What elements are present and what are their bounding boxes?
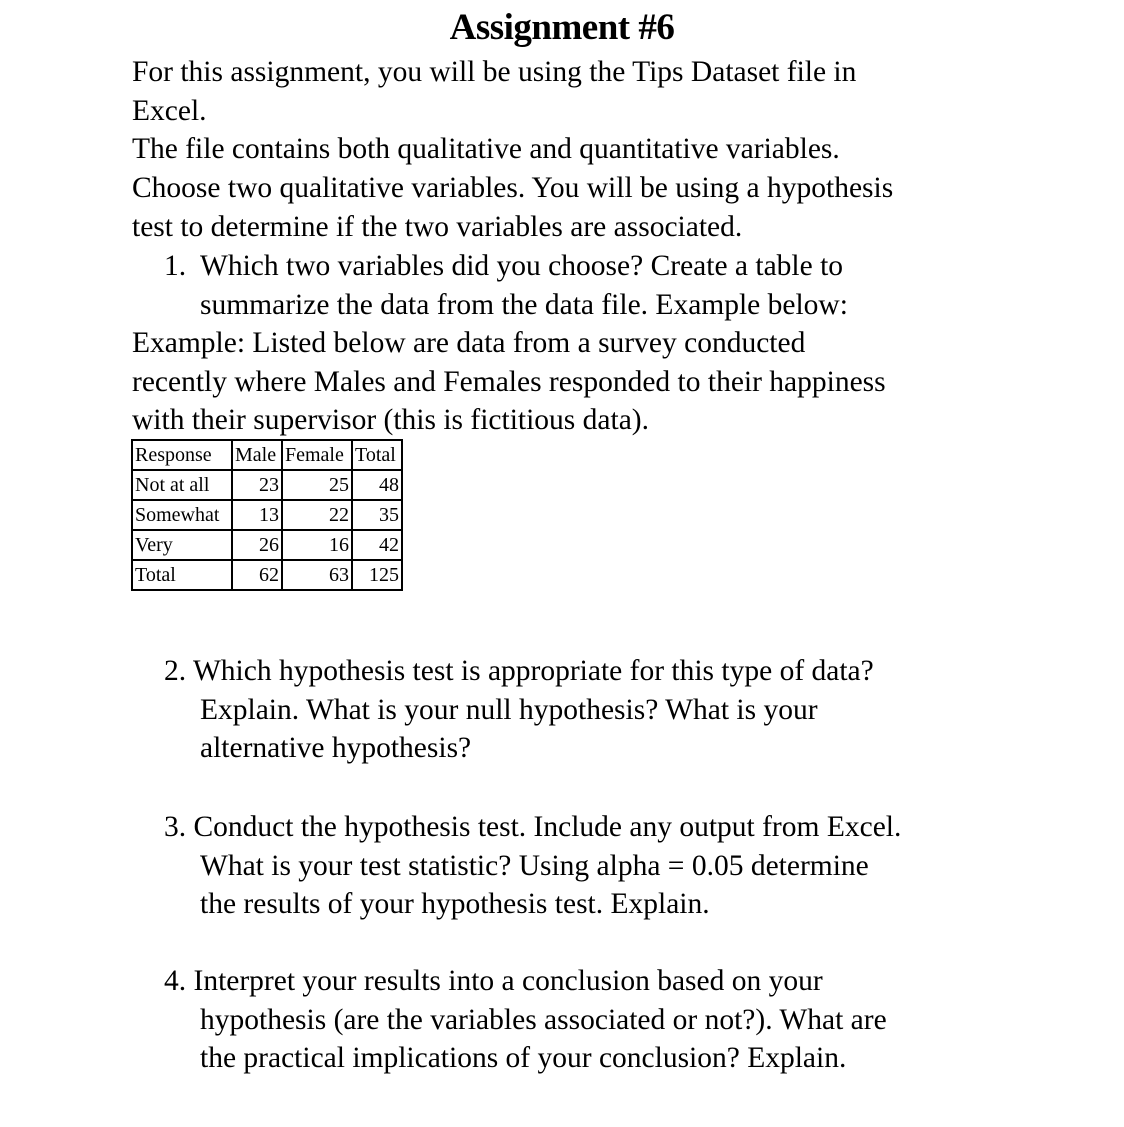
table-row-total: Total 62 63 125 bbox=[131, 559, 403, 591]
question-text: hypothesis (are the variables associated… bbox=[200, 1003, 887, 1036]
row-label: Total bbox=[131, 559, 233, 591]
intro-line: For this assignment, you will be using t… bbox=[132, 56, 857, 88]
question-1: 1. Which two variables did you choose? Cr… bbox=[164, 247, 1064, 324]
cell-female: 22 bbox=[281, 499, 353, 531]
question-4: 4. Interpret your results into a conclus… bbox=[164, 962, 887, 1078]
question-3: 3. Conduct the hypothesis test. Include … bbox=[164, 808, 901, 924]
question-text: alternative hypothesis? bbox=[200, 732, 472, 765]
example-line: with their supervisor (this is fictitiou… bbox=[132, 404, 649, 437]
cell-male: 13 bbox=[231, 499, 283, 531]
question-number: 2. bbox=[164, 655, 187, 687]
cell-total: 125 bbox=[351, 559, 403, 591]
cell-male: 23 bbox=[231, 469, 283, 501]
question-number: 4. bbox=[164, 965, 187, 997]
question-number: 1. bbox=[164, 250, 187, 282]
header-cell-female: Female bbox=[281, 439, 353, 471]
assignment-title: Assignment #6 bbox=[449, 7, 675, 48]
question-text: What is your test statistic? Using alpha… bbox=[200, 849, 869, 882]
example-line: Example: Listed below are data from a su… bbox=[132, 327, 806, 359]
question-text: summarize the data from the data file. E… bbox=[200, 288, 848, 321]
question-text: Conduct the hypothesis test. Include any… bbox=[193, 811, 902, 843]
cell-female: 16 bbox=[281, 529, 353, 561]
header-cell-response: Response bbox=[131, 439, 233, 471]
row-label: Very bbox=[131, 529, 233, 561]
example-paragraph: Example: Listed below are data from a su… bbox=[132, 324, 1032, 440]
cell-male: 62 bbox=[231, 559, 283, 591]
summary-table: Response Male Female Total Not at all 23… bbox=[131, 439, 403, 591]
question-text: the practical implications of your concl… bbox=[200, 1042, 847, 1075]
cell-female: 25 bbox=[281, 469, 353, 501]
question-text: Interpret your results into a conclusion… bbox=[193, 965, 823, 997]
intro-paragraph: For this assignment, you will be using t… bbox=[132, 53, 1032, 247]
table-row: Very 26 16 42 bbox=[131, 529, 403, 561]
question-text: Which hypothesis test is appropriate for… bbox=[192, 655, 874, 687]
cell-male: 26 bbox=[231, 529, 283, 561]
header-cell-total: Total bbox=[351, 439, 403, 471]
intro-line: Excel. bbox=[132, 94, 207, 127]
intro-line: Choose two qualitative variables. You wi… bbox=[132, 172, 894, 205]
intro-line: test to determine if the two variables a… bbox=[132, 210, 743, 243]
table-header-row: Response Male Female Total bbox=[131, 439, 403, 471]
cell-female: 63 bbox=[281, 559, 353, 591]
table-row: Not at all 23 25 48 bbox=[131, 469, 403, 501]
row-label: Somewhat bbox=[131, 499, 233, 531]
row-label: Not at all bbox=[131, 469, 233, 501]
question-number: 3. bbox=[164, 811, 187, 843]
header-cell-male: Male bbox=[231, 439, 283, 471]
intro-line: The file contains both qualitative and q… bbox=[132, 133, 840, 166]
question-text: Explain. What is your null hypothesis? W… bbox=[200, 693, 818, 726]
cell-total: 48 bbox=[351, 469, 403, 501]
question-text: the results of your hypothesis test. Exp… bbox=[200, 888, 710, 921]
table-row: Somewhat 13 22 35 bbox=[131, 499, 403, 531]
example-line: recently where Males and Females respond… bbox=[132, 365, 886, 398]
question-text: Which two variables did you choose? Crea… bbox=[200, 250, 844, 282]
cell-total: 42 bbox=[351, 529, 403, 561]
question-2: 2. Which hypothesis test is appropriate … bbox=[164, 652, 874, 768]
cell-total: 35 bbox=[351, 499, 403, 531]
